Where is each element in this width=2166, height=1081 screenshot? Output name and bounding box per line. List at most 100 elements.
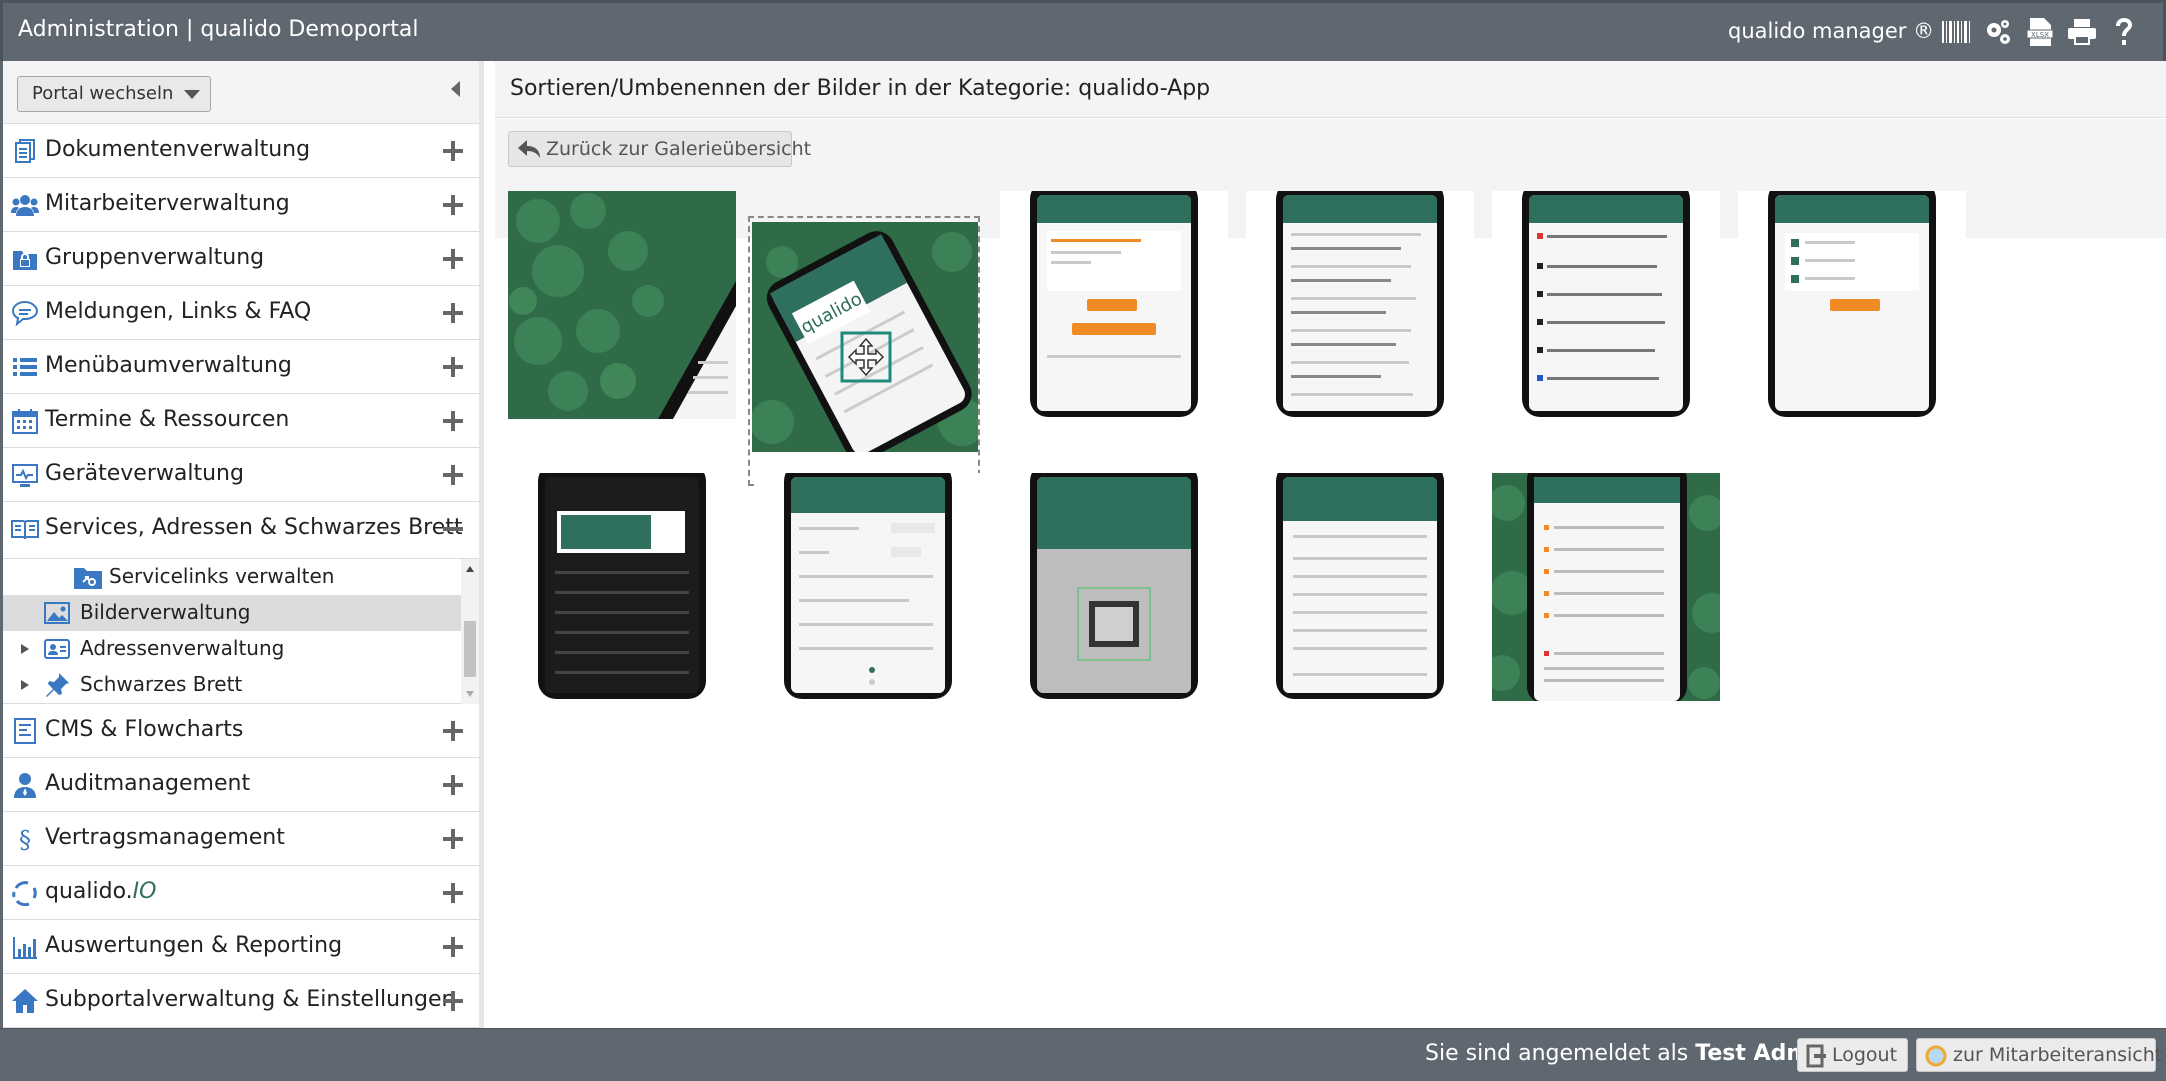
logout-button[interactable]: Logout: [1797, 1038, 1908, 1072]
text-line: [1291, 265, 1411, 268]
barcode-icon[interactable]: [1939, 15, 1973, 49]
tree-item-schwarzes-brett[interactable]: Schwarzes Brett: [3, 667, 461, 703]
gallery-image[interactable]: [1492, 473, 1720, 701]
login-status: Sie sind angemeldet als Test Admin: [1425, 1041, 1832, 1066]
chevron-down-icon: [184, 90, 200, 99]
login-prefix: Sie sind angemeldet als: [1425, 1041, 1689, 1066]
help-icon[interactable]: [2107, 15, 2141, 49]
gallery-image-dragging[interactable]: qualido: [748, 216, 980, 486]
plus-icon[interactable]: [441, 355, 465, 379]
sidebar-item-qualido-io[interactable]: qualido.IO: [3, 866, 479, 920]
sidebar-item-termine-ressourcen[interactable]: Termine & Ressourcen: [3, 394, 479, 448]
plus-icon[interactable]: [441, 881, 465, 905]
gallery-image[interactable]: [1246, 473, 1474, 701]
plus-icon[interactable]: [441, 719, 465, 743]
text-line: [799, 575, 933, 578]
scrollbar-thumb[interactable]: [464, 621, 476, 677]
plus-icon[interactable]: [441, 463, 465, 487]
text-line: [1293, 673, 1427, 676]
sidebar-item-label: Termine & Ressourcen: [45, 407, 290, 432]
tree-item-servicelinks[interactable]: Servicelinks verwalten: [3, 559, 461, 595]
page-title: Sortieren/Umbenennen der Bilder in der K…: [510, 76, 1211, 101]
group-lock-icon: [13, 251, 37, 270]
gallery-image[interactable]: [754, 473, 982, 701]
text-line: [1291, 343, 1396, 346]
text-line: [799, 599, 909, 602]
plus-icon[interactable]: [441, 409, 465, 433]
sidebar-item-meldungen-links-faq[interactable]: Meldungen, Links & FAQ: [3, 286, 479, 340]
sidebar-item-mitarbeiterverwaltung[interactable]: Mitarbeiterverwaltung: [3, 178, 479, 232]
sidebar-item-geraeteverwaltung[interactable]: Geräteverwaltung: [3, 448, 479, 502]
print-icon[interactable]: [2065, 15, 2099, 49]
back-to-gallery-button[interactable]: Zurück zur Galerieübersicht: [508, 131, 811, 167]
phone-frame: [1768, 191, 1936, 417]
expand-arrow-icon[interactable]: [20, 679, 30, 691]
gallery-image[interactable]: [1492, 191, 1720, 419]
text-line: [1547, 235, 1667, 238]
tree-item-bilderverwaltung[interactable]: Bilderverwaltung: [3, 595, 461, 631]
gallery-image[interactable]: [1246, 191, 1474, 419]
sidebar-item-label: Menübaumverwaltung: [45, 353, 292, 378]
scroll-down-icon[interactable]: [465, 690, 475, 698]
gallery-image[interactable]: [1738, 191, 1966, 419]
app-header: [1283, 477, 1437, 521]
svg-text:§: §: [19, 826, 31, 853]
text-line: [1293, 575, 1427, 578]
app-button: [1830, 299, 1880, 311]
phone-frame: [1276, 473, 1444, 699]
sidebar-item-services-adressen[interactable]: Services, Adressen & Schwarzes Brett: [3, 502, 479, 559]
logout-icon: [1806, 1044, 1826, 1068]
status-dot: [1537, 319, 1543, 325]
tree-item-adressenverwaltung[interactable]: Adressenverwaltung: [3, 631, 461, 667]
gallery-image[interactable]: [508, 191, 736, 419]
text-line: [1293, 535, 1427, 538]
plus-icon[interactable]: [441, 773, 465, 797]
gear-icon[interactable]: [1981, 15, 2015, 49]
footer-bar: Sie sind angemeldet als Test Admin Logou…: [0, 1028, 2166, 1081]
flowchart-icon: [14, 718, 36, 744]
sidebar-item-auswertungen-reporting[interactable]: Auswertungen & Reporting: [3, 920, 479, 974]
employee-view-button[interactable]: zur Mitarbeiteransicht: [1916, 1038, 2162, 1072]
text-line: [1051, 251, 1121, 254]
xlsx-icon[interactable]: XLSX: [2023, 15, 2057, 49]
expand-arrow-icon[interactable]: [20, 643, 30, 655]
gallery-image[interactable]: [508, 473, 736, 701]
plus-icon[interactable]: [441, 301, 465, 325]
phone-screen: [791, 477, 945, 693]
gallery-image[interactable]: [1000, 473, 1228, 701]
plus-icon[interactable]: [441, 935, 465, 959]
sidebar-item-subportalverwaltung[interactable]: Subportalverwaltung & Einstellungen: [3, 974, 479, 1028]
plus-icon[interactable]: [441, 827, 465, 851]
app-header: [791, 477, 945, 513]
logout-label: Logout: [1832, 1044, 1898, 1066]
phone-screen: [1037, 195, 1191, 411]
sidebar-item-label: Geräteverwaltung: [45, 461, 244, 486]
sidebar-item-gruppenverwaltung[interactable]: Gruppenverwaltung: [3, 232, 479, 286]
text-line: [799, 551, 829, 554]
portal-switch-select[interactable]: Portal wechseln: [17, 76, 211, 112]
text-line: [1047, 355, 1181, 358]
gallery-image[interactable]: [1000, 191, 1228, 419]
sidebar-item-dokumentenverwaltung[interactable]: Dokumentenverwaltung: [3, 124, 479, 178]
submenu-scrollbar[interactable]: [461, 559, 479, 704]
plus-icon[interactable]: [441, 193, 465, 217]
text-line: [1291, 311, 1386, 314]
sidebar-item-cms-flowcharts[interactable]: CMS & Flowcharts: [3, 704, 479, 758]
text-line: [1547, 265, 1657, 268]
plus-icon[interactable]: [441, 139, 465, 163]
minus-icon[interactable]: [441, 517, 465, 541]
collapse-sidebar-icon[interactable]: [451, 81, 460, 97]
portal-switch-label: Portal wechseln: [32, 83, 174, 104]
sidebar-item-auditmanagement[interactable]: Auditmanagement: [3, 758, 479, 812]
sidebar-item-vertragsmanagement[interactable]: § Vertragsmanagement: [3, 812, 479, 866]
scroll-up-icon[interactable]: [465, 565, 475, 573]
chat-icon: [11, 300, 39, 327]
image-forest-phone: [508, 191, 736, 419]
checkbox-icon: [1791, 257, 1799, 265]
plus-icon[interactable]: [441, 989, 465, 1013]
text-line: [1291, 279, 1391, 282]
plus-icon[interactable]: [441, 247, 465, 271]
text-line: [1547, 377, 1659, 380]
sidebar-item-menuebaumverwaltung[interactable]: Menübaumverwaltung: [3, 340, 479, 394]
calendar-icon: [12, 409, 38, 434]
